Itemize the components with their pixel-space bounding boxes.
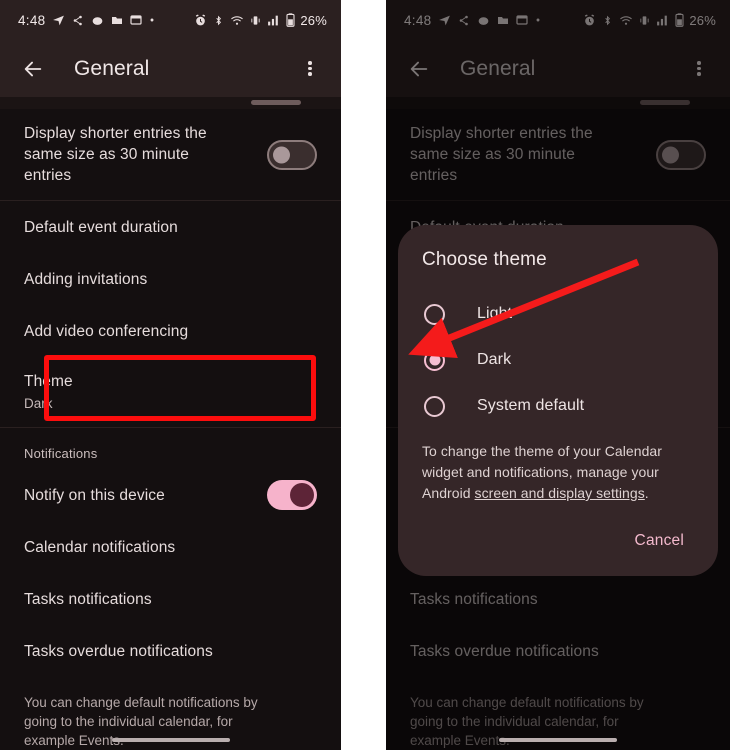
setting-row-theme[interactable]: Theme Dark [0,357,341,427]
vibrate-icon [250,14,261,27]
section-header-notifications: Notifications [24,446,98,461]
setting-title: Add video conferencing [24,322,189,340]
alarm-icon [194,13,207,27]
window-icon [130,14,143,26]
setting-row-tasks-overdue-notifications[interactable]: Tasks overdue notifications [0,625,341,677]
battery-percentage: 26% [300,12,327,28]
choose-theme-dialog: Choose theme Light Dark System default T… [398,225,718,576]
peek-toggle-switch[interactable] [251,100,301,105]
settings-list[interactable]: Display shorter entries the same size as… [0,97,341,750]
screenshot-canvas: 4:48 26% General Display shorter entries… [0,0,730,750]
setting-title: Notify on this device [24,486,165,504]
radio-button-light[interactable] [424,303,445,325]
option-label: Light [477,305,513,322]
status-bar-clock: 4:48 [18,12,46,28]
row-texts: Adding invitations [24,255,317,304]
dialog-actions: Cancel [422,524,694,564]
setting-title: Default event duration [24,218,178,236]
folder-icon [111,14,123,26]
dialog-body-text: To change the theme of your Calendar wid… [422,441,694,504]
row-texts: Add video conferencing [24,307,317,356]
app-bar: General [0,40,341,97]
signal-icon [267,14,280,26]
phone-screen-left: 4:48 26% General Display shorter entries… [0,0,341,750]
setting-title: Tasks overdue notifications [24,642,213,660]
row-texts: Calendar notifications [24,523,317,572]
notifications-footnote: You can change default notifications by … [24,695,258,748]
row-texts: Notify on this device [24,471,267,520]
setting-row-notify-device[interactable]: Notify on this device [0,469,341,521]
theme-option-light[interactable]: Light [422,291,694,337]
row-texts: Theme Dark [24,357,317,427]
row-texts: Tasks notifications [24,575,317,624]
row-texts: Display shorter entries the same size as… [24,109,267,200]
theme-option-system-default[interactable]: System default [422,383,694,429]
radio-button-system-default[interactable] [424,395,445,417]
setting-title: Calendar notifications [24,538,176,556]
radio-button-dark[interactable] [424,349,445,371]
setting-row-default-duration[interactable]: Default event duration [0,201,341,253]
back-arrow-icon[interactable] [16,52,50,86]
row-texts: Default event duration [24,203,317,252]
phone-screen-right: 4:48 26% General Display shorter entries… [386,0,730,750]
status-bar-right: 26% [194,13,327,28]
option-label: Dark [477,351,512,368]
bluetooth-share-icon [72,14,84,27]
dot-icon [149,17,155,23]
notify-on-this-device-toggle[interactable] [267,480,317,510]
dialog-title: Choose theme [422,249,547,270]
bluetooth-icon [213,14,224,27]
setting-title: Display shorter entries the same size as… [24,125,207,184]
option-label: System default [477,397,585,414]
setting-row-adding-invitations[interactable]: Adding invitations [0,253,341,305]
display-settings-link[interactable]: screen and display settings [475,485,645,501]
page-title: General [74,56,150,80]
cancel-button[interactable]: Cancel [625,524,694,558]
setting-row-video-conferencing[interactable]: Add video conferencing [0,305,341,357]
setting-row-calendar-notifications[interactable]: Calendar notifications [0,521,341,573]
navigation-icon [52,14,65,27]
row-texts: Tasks overdue notifications [24,627,317,676]
battery-icon [286,13,295,27]
status-bar: 4:48 26% [0,0,341,40]
dialog-body-suffix: . [644,485,649,501]
status-bar-left: 4:48 [18,13,155,28]
partially-scrolled-row [0,97,341,109]
cloud-icon [91,14,104,27]
setting-value: Dark [24,396,53,411]
display-shorter-toggle[interactable] [267,139,317,170]
wifi-icon [230,14,244,27]
setting-row-tasks-notifications[interactable]: Tasks notifications [0,573,341,625]
theme-option-dark[interactable]: Dark [422,337,694,383]
setting-title: Tasks notifications [24,590,152,608]
setting-title: Adding invitations [24,270,148,288]
more-vertical-icon[interactable] [293,52,327,86]
setting-title: Theme [24,373,73,390]
setting-row-display-shorter[interactable]: Display shorter entries the same size as… [0,109,341,200]
